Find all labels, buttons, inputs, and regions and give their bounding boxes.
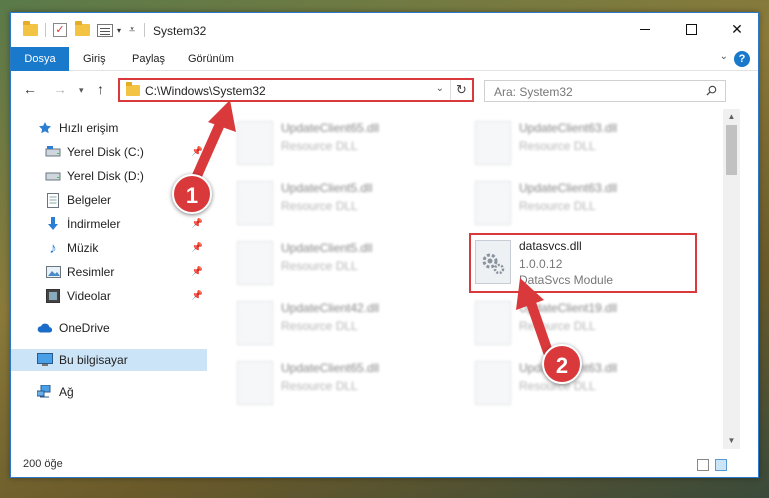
step-2-badge: 2 — [542, 344, 582, 384]
annotation-arrows — [191, 100, 553, 357]
step-1-badge: 1 — [172, 174, 212, 214]
